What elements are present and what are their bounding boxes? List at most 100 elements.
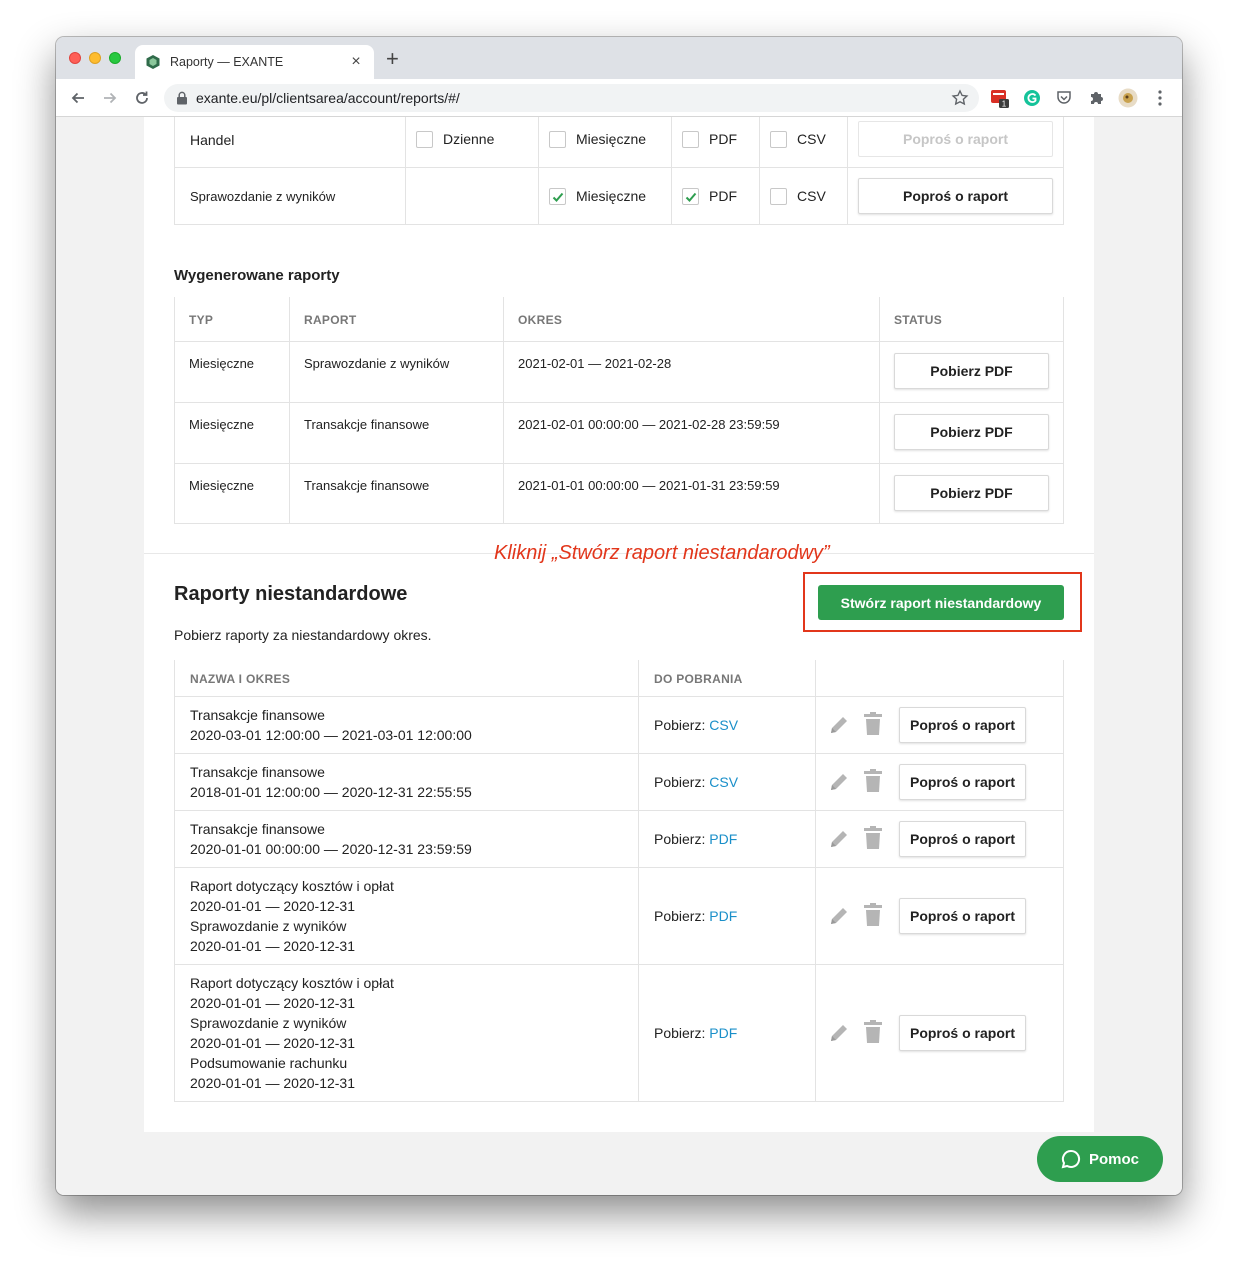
column-header-name-period: NAZWA I OKRES bbox=[190, 672, 291, 686]
download-prefix: Pobierz: bbox=[654, 717, 706, 733]
download-cell: Pobierz: CSV bbox=[654, 774, 738, 790]
address-bar[interactable]: exante.eu/pl/clientsarea/account/reports… bbox=[164, 84, 979, 112]
download-link-pdf[interactable]: PDF bbox=[709, 1025, 737, 1041]
request-report-button[interactable]: Poproś o raport bbox=[899, 1015, 1026, 1051]
trash-icon[interactable] bbox=[863, 903, 883, 927]
reload-button[interactable] bbox=[129, 85, 155, 111]
download-pdf-button[interactable]: Pobierz PDF bbox=[894, 353, 1049, 389]
checkmark-icon bbox=[552, 192, 564, 202]
pencil-icon[interactable] bbox=[827, 827, 851, 851]
column-header-report: RAPORT bbox=[304, 313, 357, 327]
download-prefix: Pobierz: bbox=[654, 1025, 706, 1041]
column-header-period: OKRES bbox=[518, 313, 563, 327]
arrow-left-icon bbox=[71, 92, 84, 104]
custom-report-name: Transakcje finansowe bbox=[190, 821, 325, 837]
pocket-icon[interactable] bbox=[1054, 88, 1074, 108]
generated-period: 2021-02-01 00:00:00 — 2021-02-28 23:59:5… bbox=[518, 417, 780, 432]
browser-window: Raporty — EXANTE × + exante.eu/pl/client… bbox=[56, 37, 1182, 1195]
download-cell: Pobierz: PDF bbox=[654, 1025, 737, 1041]
browser-tab[interactable]: Raporty — EXANTE × bbox=[135, 45, 374, 79]
arrow-right-icon bbox=[104, 92, 117, 104]
trash-icon[interactable] bbox=[863, 826, 883, 850]
page-viewport: Handel Dzienne Miesięczne PDF CSV Poproś… bbox=[56, 117, 1182, 1195]
request-report-button[interactable]: Poproś o raport bbox=[899, 707, 1026, 743]
checkmark-icon bbox=[685, 192, 697, 202]
custom-report-period: 2020-01-01 00:00:00 — 2020-12-31 23:59:5… bbox=[190, 841, 472, 857]
grammarly-icon[interactable] bbox=[1022, 88, 1042, 108]
extension-badge: 1 bbox=[1002, 100, 1007, 109]
minimize-window-button[interactable] bbox=[89, 52, 101, 64]
request-report-button[interactable]: Poproś o raport bbox=[899, 898, 1026, 934]
generated-type: Miesięczne bbox=[189, 417, 255, 432]
label-csv: CSV bbox=[797, 131, 826, 147]
extension-red-icon[interactable]: 1 bbox=[990, 88, 1010, 108]
checkbox-csv-handel[interactable] bbox=[770, 131, 787, 148]
download-link-pdf[interactable]: PDF bbox=[709, 831, 737, 847]
url-text: exante.eu/pl/clientsarea/account/reports… bbox=[196, 90, 460, 106]
custom-report-name: Transakcje finansowe bbox=[190, 764, 325, 780]
profile-avatar-icon[interactable] bbox=[1118, 88, 1138, 108]
download-link-pdf[interactable]: PDF bbox=[709, 908, 737, 924]
pencil-icon[interactable] bbox=[827, 713, 851, 737]
generated-period: 2021-01-01 00:00:00 — 2021-01-31 23:59:5… bbox=[518, 478, 780, 493]
request-report-button-disabled[interactable]: Poproś o raport bbox=[858, 121, 1053, 157]
pencil-icon[interactable] bbox=[827, 770, 851, 794]
column-header-status: STATUS bbox=[894, 313, 943, 327]
checkbox-daily-handel[interactable] bbox=[416, 131, 433, 148]
help-button[interactable]: Pomoc bbox=[1037, 1136, 1163, 1182]
close-window-button[interactable] bbox=[69, 52, 81, 64]
create-custom-report-button[interactable]: Stwórz raport niestandardowy bbox=[818, 585, 1064, 620]
label-pdf: PDF bbox=[709, 188, 737, 204]
request-report-button[interactable]: Poproś o raport bbox=[899, 764, 1026, 800]
column-header-type: TYP bbox=[189, 313, 214, 327]
custom-report-period: 2020-01-01 — 2020-12-31 bbox=[190, 938, 356, 954]
reload-icon bbox=[136, 91, 148, 104]
label-monthly: Miesięczne bbox=[576, 131, 647, 147]
report-name-handel: Handel bbox=[190, 132, 235, 148]
custom-reports-title: Raporty niestandardowe bbox=[174, 583, 408, 605]
download-link-csv[interactable]: CSV bbox=[709, 717, 738, 733]
download-prefix: Pobierz: bbox=[654, 774, 706, 790]
custom-report-period: 2020-01-01 — 2020-12-31 bbox=[190, 995, 356, 1011]
custom-report-name: Sprawozdanie z wyników bbox=[190, 1015, 347, 1031]
download-pdf-button[interactable]: Pobierz PDF bbox=[894, 475, 1049, 511]
custom-report-name: Podsumowanie rachunku bbox=[190, 1055, 348, 1071]
pencil-icon[interactable] bbox=[827, 904, 851, 928]
trash-icon[interactable] bbox=[863, 712, 883, 736]
custom-report-name: Sprawozdanie z wyników bbox=[190, 918, 347, 934]
custom-reports-subtitle: Pobierz raporty za niestandardowy okres. bbox=[174, 627, 432, 643]
trash-icon[interactable] bbox=[863, 1020, 883, 1044]
zoom-window-button[interactable] bbox=[109, 52, 121, 64]
menu-kebab-icon[interactable] bbox=[1150, 88, 1170, 108]
exante-favicon-icon bbox=[146, 55, 160, 69]
trash-icon[interactable] bbox=[863, 769, 883, 793]
checkbox-monthly-handel[interactable] bbox=[549, 131, 566, 148]
forward-button[interactable] bbox=[97, 85, 123, 111]
pencil-icon[interactable] bbox=[827, 1021, 851, 1045]
download-link-csv[interactable]: CSV bbox=[709, 774, 738, 790]
download-pdf-button[interactable]: Pobierz PDF bbox=[894, 414, 1049, 450]
checkbox-pdf-results[interactable] bbox=[682, 188, 699, 205]
puzzle-extensions-icon[interactable] bbox=[1086, 88, 1106, 108]
help-label: Pomoc bbox=[1088, 1150, 1139, 1168]
tab-bar: Raporty — EXANTE × + bbox=[56, 37, 1182, 79]
column-header-download: DO POBRANIA bbox=[654, 672, 743, 686]
bookmark-star-icon[interactable] bbox=[951, 89, 969, 107]
back-button[interactable] bbox=[65, 85, 91, 111]
request-report-button[interactable]: Poproś o raport bbox=[899, 821, 1026, 857]
new-tab-button[interactable]: + bbox=[386, 48, 399, 70]
custom-report-period: 2020-01-01 — 2020-12-31 bbox=[190, 1075, 356, 1091]
generated-type: Miesięczne bbox=[189, 356, 255, 371]
custom-report-name: Raport dotyczący kosztów i opłat bbox=[190, 975, 394, 991]
checkbox-csv-results[interactable] bbox=[770, 188, 787, 205]
checkbox-monthly-results[interactable] bbox=[549, 188, 566, 205]
label-daily: Dzienne bbox=[443, 131, 495, 147]
browser-toolbar: exante.eu/pl/clientsarea/account/reports… bbox=[56, 79, 1182, 117]
label-csv: CSV bbox=[797, 188, 826, 204]
request-report-button[interactable]: Poproś o raport bbox=[858, 178, 1053, 214]
download-prefix: Pobierz: bbox=[654, 831, 706, 847]
download-cell: Pobierz: PDF bbox=[654, 908, 737, 924]
lock-icon bbox=[177, 91, 187, 105]
tab-close-icon[interactable]: × bbox=[348, 53, 364, 71]
checkbox-pdf-handel[interactable] bbox=[682, 131, 699, 148]
